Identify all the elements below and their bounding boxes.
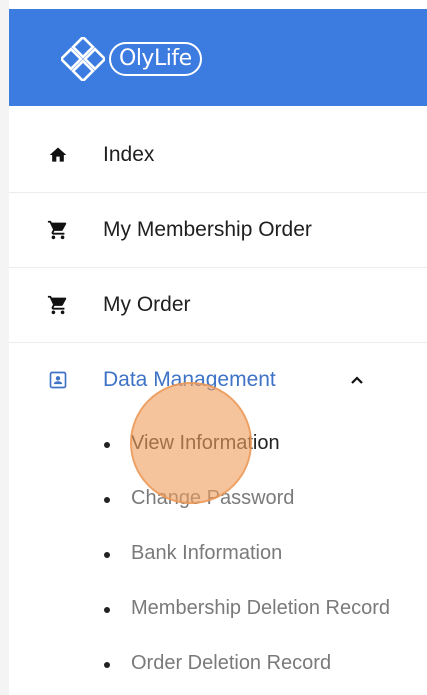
sidebar-item-label: Index — [103, 143, 155, 166]
sidebar-item-my-order[interactable]: My Order — [9, 268, 427, 343]
sidebar-item-label: My Order — [103, 293, 191, 316]
sidebar-item-label: My Membership Order — [103, 218, 312, 241]
sidebar-item-index[interactable]: Index — [9, 118, 427, 193]
cart-icon — [47, 219, 69, 241]
submenu-item-bank-information[interactable]: Bank Information — [9, 526, 427, 581]
submenu-item-label: Order Deletion Record — [131, 652, 332, 674]
logo-diamond-icon — [61, 37, 105, 81]
submenu-item-label: Membership Deletion Record — [131, 597, 391, 619]
bullet — [104, 551, 110, 558]
app-header: OlyLife — [9, 9, 427, 106]
id-card-icon — [47, 369, 69, 391]
cart-icon — [47, 294, 69, 316]
logo: OlyLife — [61, 37, 202, 81]
bullet — [104, 496, 110, 503]
submenu-item-label: Change Password — [131, 487, 295, 509]
sidebar-menu: Index My Membership Order My Order Data … — [9, 118, 427, 417]
home-icon — [47, 144, 69, 166]
sidebar-item-data-management[interactable]: Data Management — [9, 343, 427, 417]
submenu-item-view-information[interactable]: View Information — [9, 416, 427, 471]
submenu-data-management: View Information Change Password Bank In… — [9, 416, 427, 691]
submenu-item-label: View Information — [131, 432, 280, 454]
submenu-item-change-password[interactable]: Change Password — [9, 471, 427, 526]
submenu-item-membership-deletion-record[interactable]: Membership Deletion Record — [9, 581, 427, 636]
logo-wordmark: OlyLife — [109, 42, 202, 76]
bullet — [104, 661, 110, 668]
submenu-item-order-deletion-record[interactable]: Order Deletion Record — [9, 636, 427, 691]
submenu-item-label: Bank Information — [131, 542, 283, 564]
bullet — [104, 606, 110, 613]
sidebar-item-label: Data Management — [103, 368, 276, 391]
bullet — [104, 441, 110, 448]
sidebar-item-membership-order[interactable]: My Membership Order — [9, 193, 427, 268]
left-edge — [0, 0, 9, 695]
chevron-up-icon[interactable] — [347, 369, 367, 391]
